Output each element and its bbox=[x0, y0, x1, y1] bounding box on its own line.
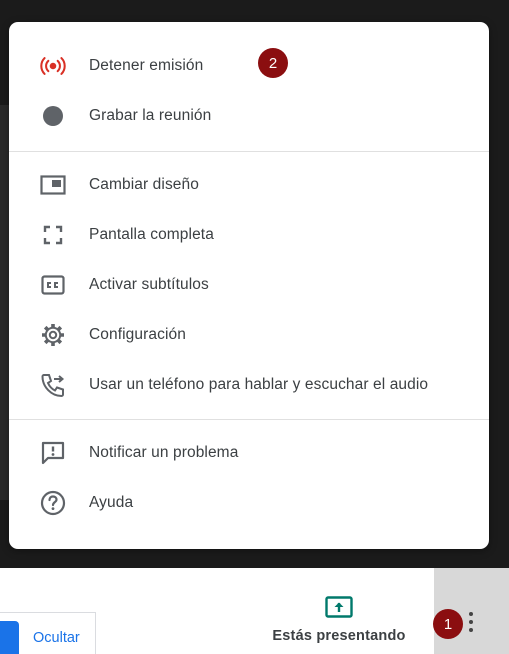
menu-item-phone-audio[interactable]: Usar un teléfono para hablar y escuchar … bbox=[9, 365, 489, 405]
present-screen-icon bbox=[325, 596, 353, 620]
menu-item-settings[interactable]: Configuración bbox=[9, 315, 489, 355]
record-icon bbox=[39, 104, 67, 128]
more-options-menu: Detener emisión Grabar la reunión Cambia… bbox=[9, 22, 489, 549]
menu-item-record-meeting[interactable]: Grabar la reunión bbox=[9, 96, 489, 136]
hide-button[interactable]: Ocultar bbox=[33, 613, 80, 654]
step-badge-2: 2 bbox=[258, 48, 288, 78]
stop-presenting-button[interactable] bbox=[0, 621, 19, 654]
report-problem-icon bbox=[39, 441, 67, 465]
layout-icon bbox=[39, 173, 67, 197]
menu-divider bbox=[9, 419, 489, 420]
presentation-notice: Ocultar bbox=[0, 612, 96, 654]
menu-item-change-layout[interactable]: Cambiar diseño bbox=[9, 165, 489, 205]
menu-item-label: Ayuda bbox=[89, 494, 134, 511]
broadcast-icon bbox=[39, 54, 67, 78]
meeting-bottom-bar: Ocultar Estás presentando 1 bbox=[0, 568, 509, 654]
gear-icon bbox=[39, 323, 67, 347]
menu-item-label: Notificar un problema bbox=[89, 444, 239, 461]
menu-item-label: Usar un teléfono para hablar y escuchar … bbox=[89, 376, 429, 393]
menu-item-stop-broadcast[interactable]: Detener emisión bbox=[9, 46, 489, 86]
presenting-indicator[interactable]: Estás presentando bbox=[264, 594, 414, 654]
closed-captions-icon bbox=[39, 273, 67, 297]
help-icon bbox=[39, 490, 67, 516]
menu-item-report-problem[interactable]: Notificar un problema bbox=[9, 433, 489, 473]
menu-item-captions[interactable]: Activar subtítulos bbox=[9, 265, 489, 305]
menu-item-help[interactable]: Ayuda bbox=[9, 483, 489, 523]
menu-item-label: Detener emisión bbox=[89, 57, 204, 74]
step-badge-1: 1 bbox=[433, 609, 463, 639]
menu-item-fullscreen[interactable]: Pantalla completa bbox=[9, 215, 489, 255]
menu-item-label: Pantalla completa bbox=[89, 226, 214, 243]
more-options-button[interactable] bbox=[464, 610, 478, 634]
menu-item-label: Configuración bbox=[89, 326, 186, 343]
fullscreen-icon bbox=[39, 223, 67, 247]
menu-item-label: Activar subtítulos bbox=[89, 276, 209, 293]
menu-item-label: Cambiar diseño bbox=[89, 176, 199, 193]
phone-forward-icon bbox=[39, 373, 67, 398]
presenting-label: Estás presentando bbox=[272, 628, 406, 644]
menu-item-label: Grabar la reunión bbox=[89, 107, 212, 124]
menu-divider bbox=[9, 151, 489, 152]
